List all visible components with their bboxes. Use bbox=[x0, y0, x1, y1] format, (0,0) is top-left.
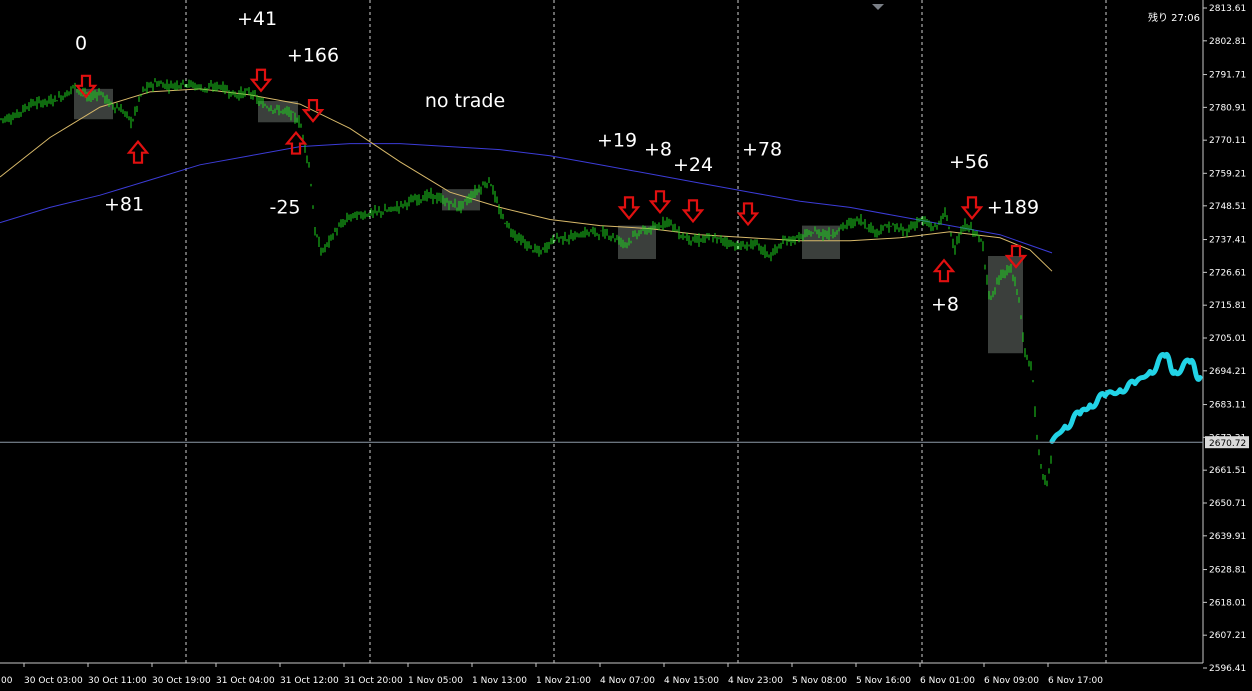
price-tick-label: 2770.11 bbox=[1209, 136, 1246, 146]
trade-zone bbox=[618, 225, 656, 260]
price-chart: 2813.61 2802.81 2791.71 2780.91 2770.11 2759.… bbox=[0, 0, 1252, 691]
price-tick-label: 2759.21 bbox=[1209, 169, 1246, 179]
time-tick-label: 31 Oct 12:00 bbox=[280, 676, 339, 686]
trade-result-label: +78 bbox=[742, 139, 782, 161]
price-tick-label: 2607.21 bbox=[1209, 631, 1246, 641]
time-tick-label: 6 Nov 17:00 bbox=[1048, 676, 1103, 686]
trade-result-label: +8 bbox=[644, 139, 672, 161]
time-tick-label: 31 Oct 20:00 bbox=[344, 676, 403, 686]
price-tick-label: 2596.41 bbox=[1209, 664, 1246, 674]
trade-result-label: +24 bbox=[673, 154, 713, 176]
price-tick-label: 2726.61 bbox=[1209, 268, 1246, 278]
trade-result-label: +8 bbox=[931, 294, 959, 316]
price-tick-label: 2802.81 bbox=[1209, 37, 1246, 47]
price-tick-label: 2650.71 bbox=[1209, 499, 1246, 509]
price-tick-label: 2694.21 bbox=[1209, 367, 1246, 377]
time-tick-label: 1 Nov 05:00 bbox=[408, 676, 463, 686]
price-tick-label: 2661.51 bbox=[1209, 466, 1246, 476]
price-tick-label: 2780.91 bbox=[1209, 103, 1246, 113]
trade-result-label: +81 bbox=[104, 193, 144, 215]
time-tick-label: 1 Nov 13:00 bbox=[472, 676, 527, 686]
bar-timer: 残り 27:06 bbox=[1148, 13, 1200, 24]
time-tick-label: 30 Oct 11:00 bbox=[88, 676, 147, 686]
time-tick-label: 1 Nov 21:00 bbox=[536, 676, 591, 686]
time-tick-label: 30 Oct 03:00 bbox=[24, 676, 83, 686]
trade-result-label: +166 bbox=[287, 45, 339, 67]
price-tick-label: 2705.01 bbox=[1209, 334, 1246, 344]
time-tick-label: 6 Nov 01:00 bbox=[920, 676, 975, 686]
time-tick-label: 5 Nov 16:00 bbox=[856, 676, 911, 686]
price-tick-label: 2715.81 bbox=[1209, 301, 1246, 311]
time-tick-label: 31 Oct 04:00 bbox=[216, 676, 275, 686]
time-tick-label: :00 bbox=[0, 676, 13, 686]
trade-zone bbox=[802, 225, 840, 260]
trade-result-label: +189 bbox=[987, 196, 1039, 218]
trade-result-label: +56 bbox=[949, 151, 989, 173]
price-tick-label: 2813.61 bbox=[1209, 4, 1246, 14]
price-tick-label: 2791.71 bbox=[1209, 71, 1246, 81]
time-tick-label: 5 Nov 08:00 bbox=[792, 676, 847, 686]
time-tick-label: 4 Nov 23:00 bbox=[728, 676, 783, 686]
trade-result-label: no trade bbox=[425, 90, 505, 112]
price-tick-label: 2737.41 bbox=[1209, 236, 1246, 246]
trade-result-label: +41 bbox=[237, 8, 277, 30]
price-tick-label: 2639.91 bbox=[1209, 532, 1246, 542]
trade-result-label: -25 bbox=[269, 196, 300, 218]
time-tick-label: 30 Oct 19:00 bbox=[152, 676, 211, 686]
price-tick-label: 2618.01 bbox=[1209, 598, 1246, 608]
trade-result-label: +19 bbox=[597, 130, 637, 152]
time-tick-label: 4 Nov 07:00 bbox=[600, 676, 655, 686]
price-tick-label: 2628.81 bbox=[1209, 566, 1246, 576]
time-tick-label: 6 Nov 09:00 bbox=[984, 676, 1039, 686]
current-price-label: 2670.72 bbox=[1209, 439, 1246, 449]
trade-zone bbox=[258, 101, 298, 123]
chart-background bbox=[0, 0, 1252, 691]
price-tick-label: 2748.51 bbox=[1209, 202, 1246, 212]
time-tick-label: 4 Nov 15:00 bbox=[664, 676, 719, 686]
trade-result-label: 0 bbox=[75, 32, 87, 54]
price-tick-label: 2683.11 bbox=[1209, 401, 1246, 411]
